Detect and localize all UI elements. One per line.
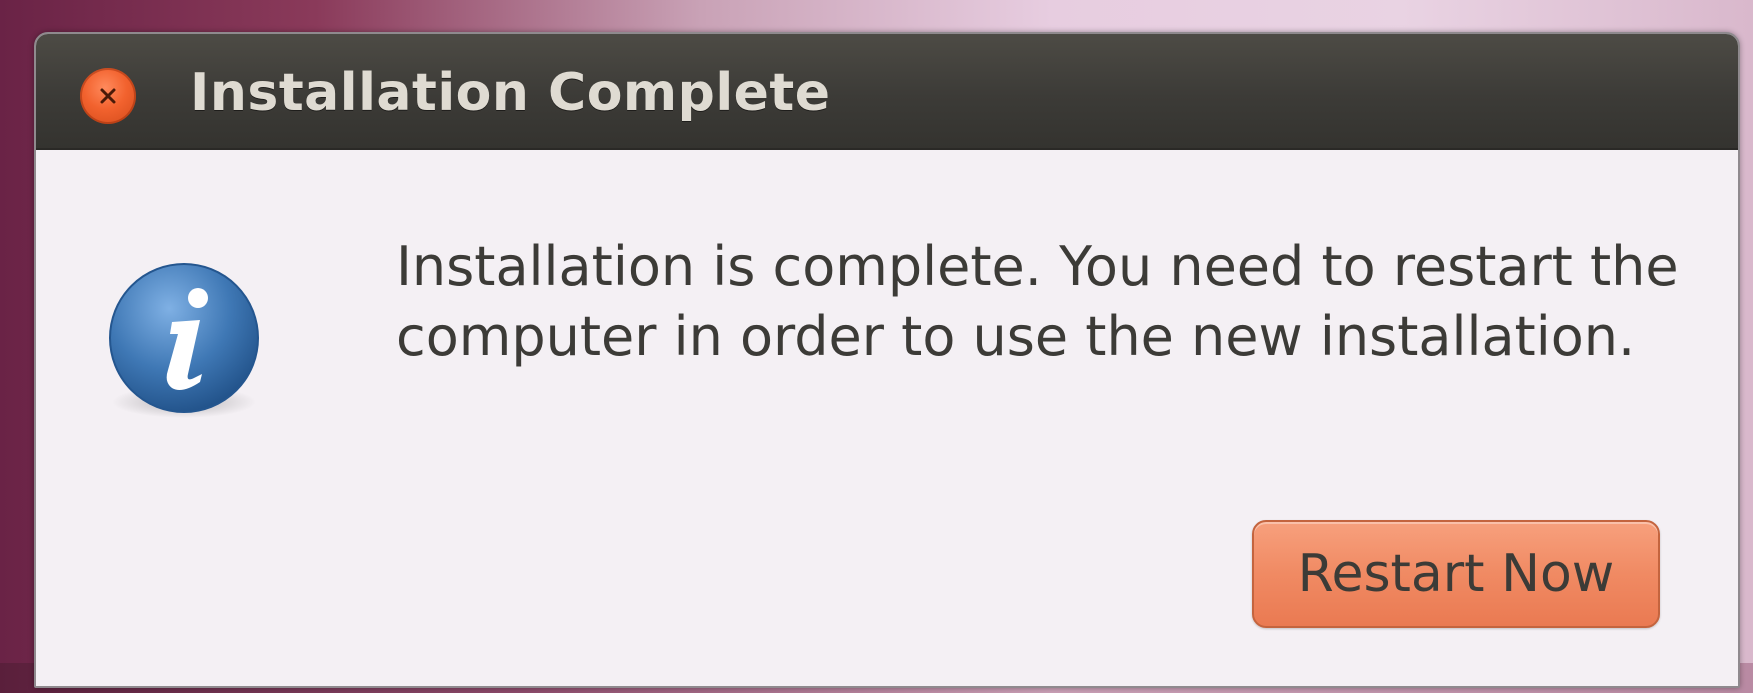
dialog-message: Installation is complete. You need to re… — [396, 235, 1679, 368]
dialog-title: Installation Complete — [190, 63, 831, 123]
info-icon — [109, 263, 259, 418]
dialog-titlebar: Installation Complete — [36, 34, 1738, 150]
installation-complete-dialog: Installation Complete Installation is co… — [34, 32, 1740, 688]
close-button[interactable] — [80, 68, 136, 124]
restart-now-button[interactable]: Restart Now — [1252, 520, 1660, 628]
close-icon — [100, 88, 116, 104]
